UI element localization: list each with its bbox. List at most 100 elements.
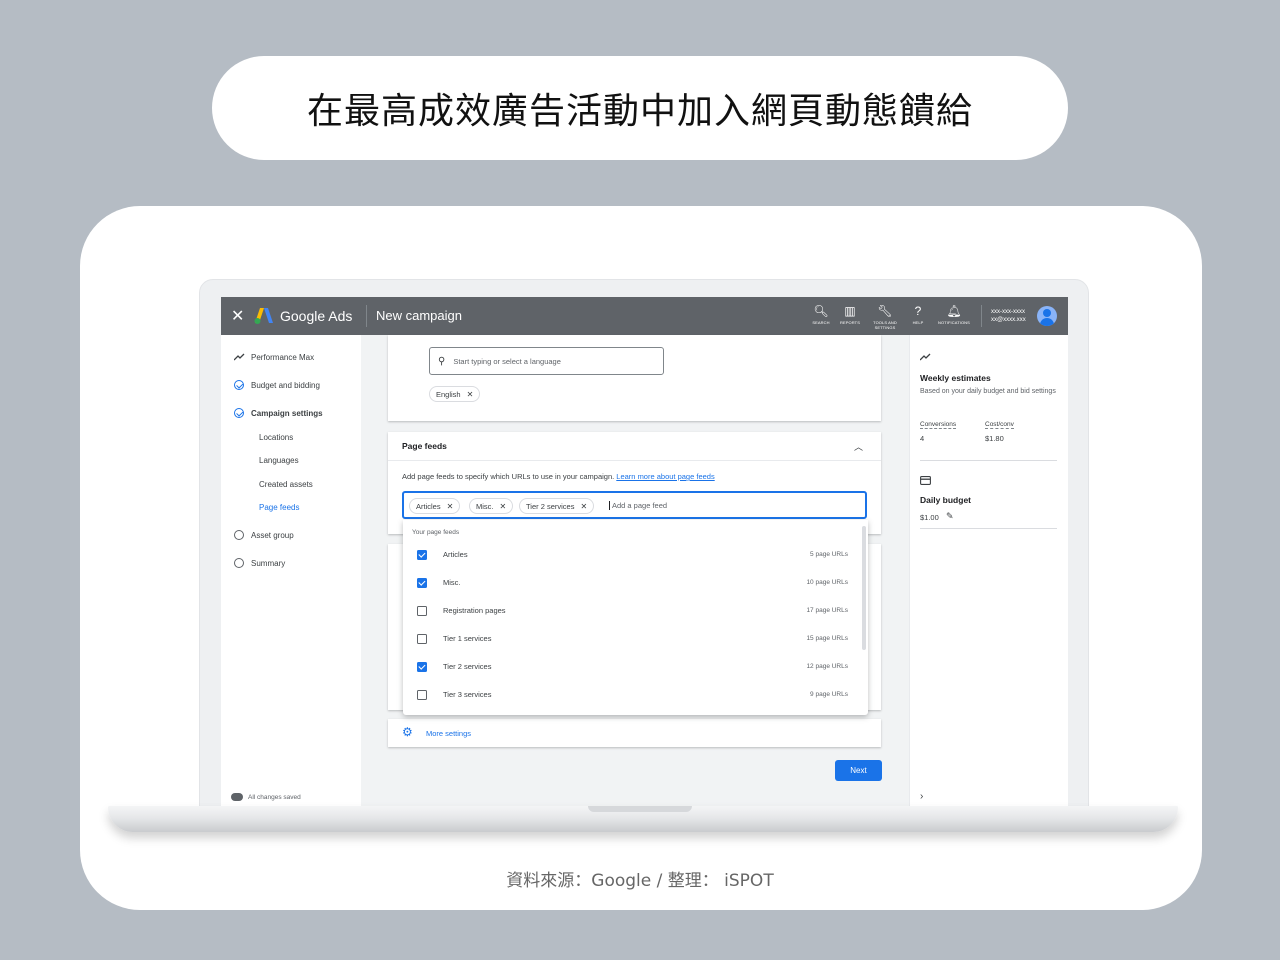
cost-conv-label[interactable]: Cost/conv (985, 421, 1014, 429)
feed-option-articles[interactable]: Articles 5 page URLs (403, 542, 858, 570)
feed-chip-tier2[interactable]: Tier 2 services ✕ (519, 498, 595, 514)
feed-chip-articles[interactable]: Articles ✕ (409, 498, 461, 514)
feed-option-count: 10 page URLs (806, 579, 848, 586)
check-circle-icon (234, 380, 244, 390)
nav-sub-languages[interactable]: Languages (259, 456, 299, 465)
remove-chip-icon[interactable]: ✕ (447, 502, 454, 511)
panel-divider (920, 460, 1057, 461)
empty-circle-icon (234, 530, 244, 540)
chevron-up-icon[interactable]: ︿ (854, 440, 863, 453)
checkbox-checked[interactable] (417, 662, 427, 672)
language-chip-english[interactable]: English ✕ (429, 386, 481, 402)
more-settings-button[interactable]: ⚙ More settings (388, 719, 881, 747)
credit-card-icon (920, 476, 931, 488)
headline-text: 在最高成效廣告活動中加入網頁動態饋給 (306, 91, 973, 132)
reports-tool-label: REPORTS (840, 320, 860, 325)
close-icon[interactable]: ✕ (231, 306, 244, 326)
feed-option-registration[interactable]: Registration pages 17 page URLs (403, 598, 858, 626)
page-feed-placeholder: Add a page feed (609, 501, 667, 510)
checkbox-unchecked[interactable] (417, 690, 427, 700)
remove-chip-icon[interactable]: ✕ (580, 502, 587, 511)
chevron-right-icon[interactable]: › (920, 791, 923, 802)
headline-banner: 在最高成效廣告活動中加入網頁動態饋給 (212, 56, 1068, 160)
nav-summary-label: Summary (251, 558, 286, 568)
conversions-label[interactable]: Conversions (920, 421, 957, 429)
nav-sub-page-feeds[interactable]: Page feeds (259, 503, 299, 512)
wrench-icon: 🔧︎ (877, 304, 893, 318)
empty-circle-icon (234, 558, 244, 568)
help-button[interactable]: ? HELP (901, 304, 935, 325)
languages-panel: ⚲ Start typing or select a language Engl… (388, 335, 881, 421)
cost-conv-value: $1.80 (985, 434, 1004, 443)
trend-icon (233, 351, 245, 363)
tools-settings-label: TOOLS AND SETTINGS (873, 320, 897, 330)
laptop-notch (588, 806, 692, 812)
feed-option-misc[interactable]: Misc. 10 page URLs (403, 570, 858, 598)
reports-tool-button[interactable]: ▥ REPORTS (833, 304, 867, 325)
next-button[interactable]: Next (835, 760, 882, 781)
page-feeds-description: Add page feeds to specify which URLs to … (402, 472, 715, 481)
feed-option-tier2[interactable]: Tier 2 services 12 page URLs (403, 654, 858, 682)
feed-option-tier1[interactable]: Tier 1 services 15 page URLs (403, 626, 858, 654)
language-chip-label: English (436, 389, 461, 399)
account-divider (981, 305, 982, 327)
help-icon: ? (914, 304, 922, 318)
learn-more-link[interactable]: Learn more about page feeds (616, 472, 714, 481)
nav-campaign-settings[interactable]: Campaign settings (233, 407, 323, 419)
account-email: xx@xxxx.xxx (991, 317, 1026, 323)
checkbox-unchecked[interactable] (417, 634, 427, 644)
feed-option-label: Tier 3 services (443, 690, 492, 699)
nav-asset-group-label: Asset group (251, 530, 294, 540)
nav-budget-bidding-label: Budget and bidding (251, 380, 320, 390)
nav-sub-created-assets[interactable]: Created assets (259, 480, 313, 489)
page-feeds-header: Page feeds (402, 441, 447, 451)
notifications-label: NOTIFICATIONS (938, 320, 970, 325)
nav-campaign-settings-label: Campaign settings (251, 408, 323, 418)
nav-summary[interactable]: Summary (233, 557, 285, 569)
remove-chip-icon[interactable]: ✕ (500, 502, 507, 511)
nav-sub-locations[interactable]: Locations (259, 433, 293, 442)
cloud-done-icon (231, 793, 243, 801)
checkbox-checked[interactable] (417, 578, 427, 588)
page-feeds-dropdown: Your page feeds Articles 5 page URLs Mis… (403, 520, 868, 715)
nav-performance-max-label: Performance Max (251, 352, 315, 362)
feed-option-count: 12 page URLs (806, 663, 848, 670)
tools-settings-button[interactable]: 🔧︎ TOOLS AND SETTINGS (868, 304, 902, 330)
pencil-icon[interactable]: ✎ (946, 511, 954, 522)
page-feeds-description-text: Add page feeds to specify which URLs to … (402, 472, 615, 481)
left-nav: Performance Max Budget and bidding Campa… (221, 335, 361, 809)
checkbox-unchecked[interactable] (417, 606, 427, 616)
feed-option-label: Tier 2 services (443, 662, 492, 671)
daily-budget-value: $1.00 (920, 513, 939, 522)
app-screen: ✕ Google Ads New campaign 🔍︎ SEARCH ▥ RE… (221, 297, 1068, 809)
page-feed-input[interactable]: Articles ✕ Misc. ✕ Tier 2 services ✕ Add… (402, 491, 867, 519)
conversions-value: 4 (920, 434, 925, 443)
nav-budget-bidding[interactable]: Budget and bidding (233, 379, 320, 391)
feed-chip-misc[interactable]: Misc. ✕ (469, 498, 514, 514)
checkbox-checked[interactable] (417, 550, 427, 560)
language-search-input[interactable]: ⚲ Start typing or select a language (429, 347, 664, 375)
daily-budget-title: Daily budget (920, 495, 972, 505)
feed-chip-label: Misc. (476, 501, 494, 511)
feed-option-label: Tier 1 services (443, 634, 492, 643)
account-info[interactable]: xxx-xxx-xxxx xx@xxxx.xxx (991, 308, 1026, 324)
feed-option-label: Misc. (443, 578, 461, 587)
page-feeds-panel: Page feeds ︿ Add page feeds to specify w… (388, 432, 881, 534)
nav-performance-max[interactable]: Performance Max (233, 351, 314, 363)
notifications-button[interactable]: 🔔︎ NOTIFICATIONS (937, 304, 971, 325)
feed-chip-label: Articles (416, 501, 441, 511)
feed-chip-label: Tier 2 services (526, 501, 575, 511)
panel-divider (388, 460, 881, 461)
nav-asset-group[interactable]: Asset group (233, 529, 294, 541)
check-circle-icon (234, 408, 244, 418)
panel-divider (920, 528, 1057, 529)
feed-option-tier3[interactable]: Tier 3 services 9 page URLs (403, 682, 858, 710)
feed-option-count: 9 page URLs (810, 691, 848, 698)
feed-option-label: Registration pages (443, 606, 506, 615)
estimates-panel: Weekly estimates Based on your daily bud… (909, 335, 1068, 809)
weekly-estimates-subtitle: Based on your daily budget and bid setti… (920, 388, 1056, 395)
remove-chip-icon[interactable]: ✕ (467, 390, 474, 399)
avatar[interactable] (1037, 306, 1057, 326)
dropdown-scrollbar[interactable] (862, 526, 866, 650)
source-credit: 資料來源：Google / 整理： iSPOT (506, 871, 774, 891)
